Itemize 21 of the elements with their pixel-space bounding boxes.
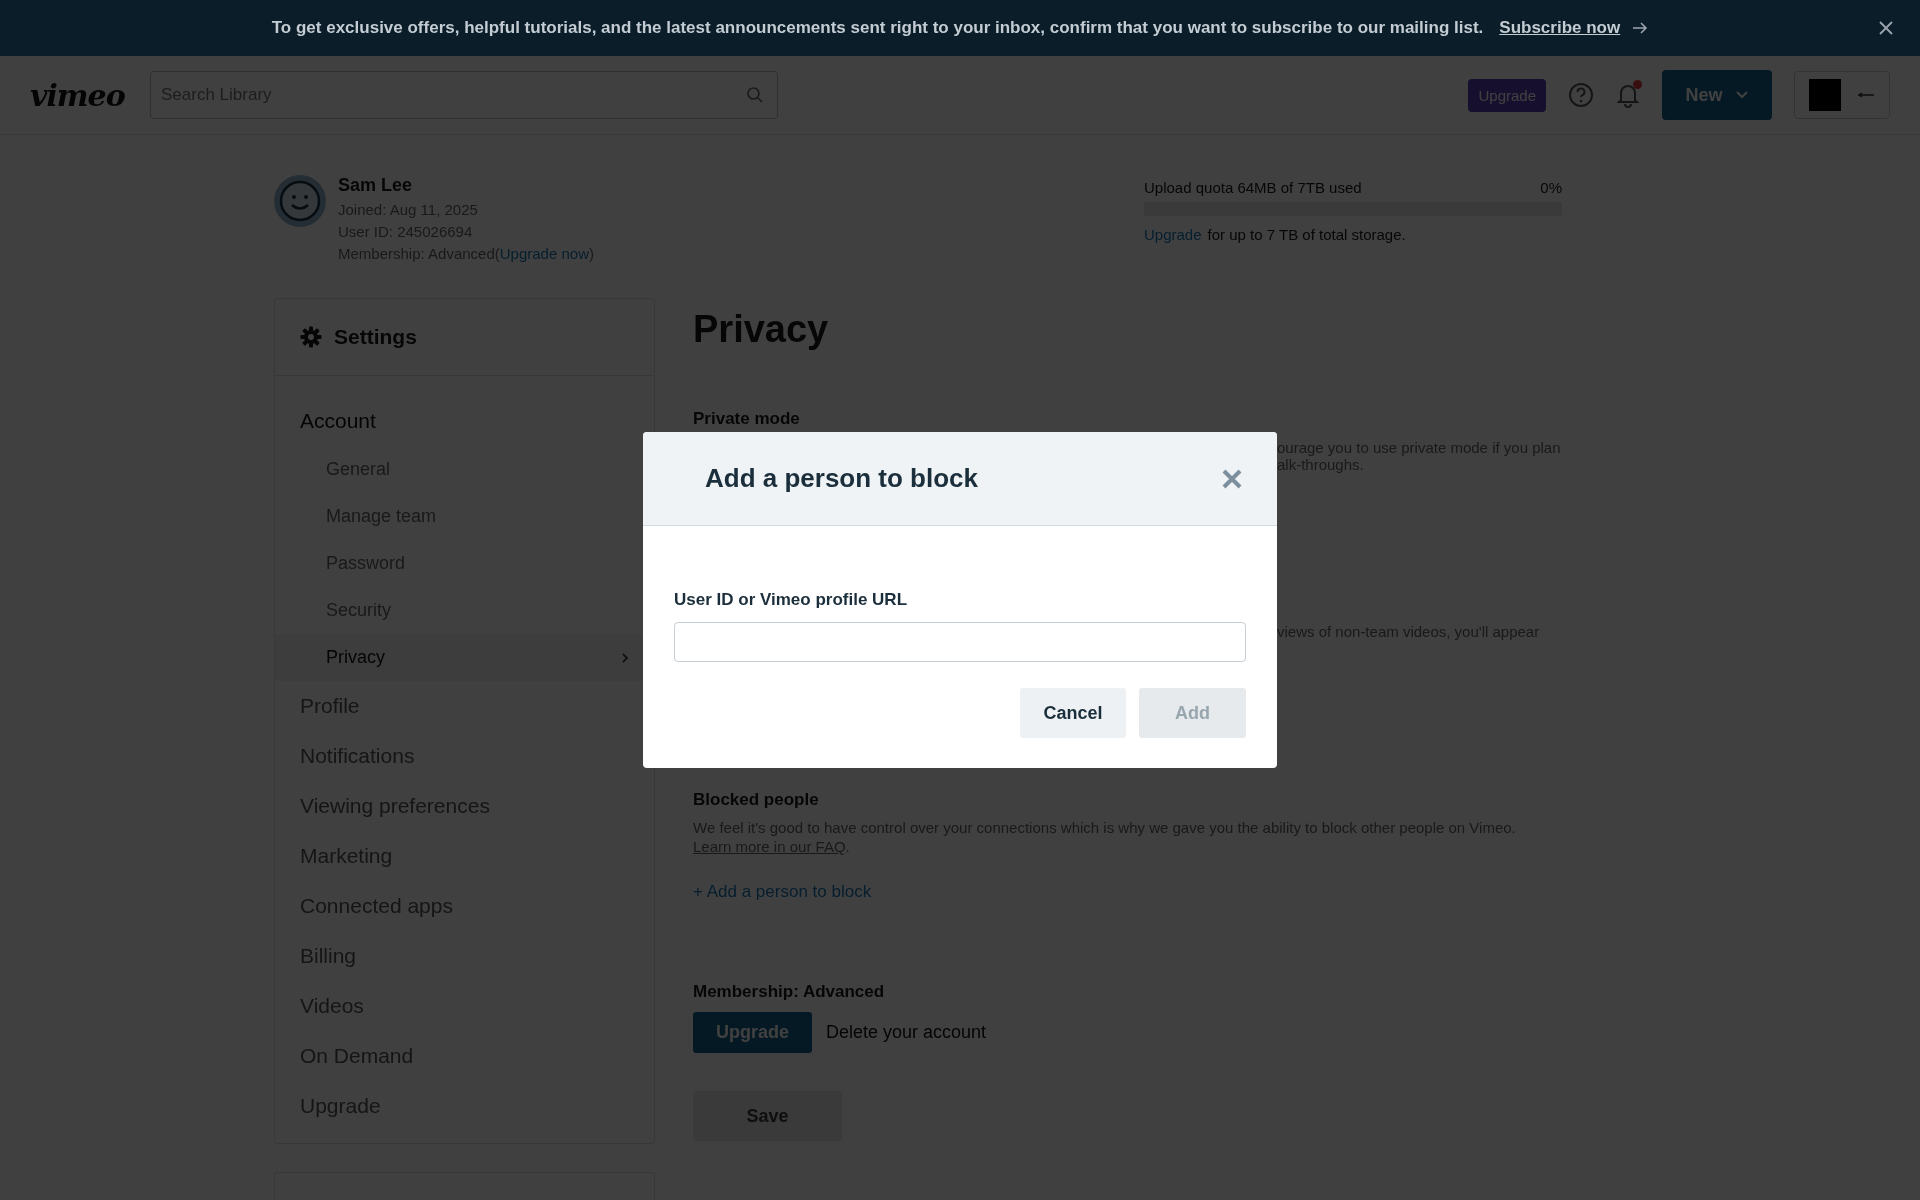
subscribe-link[interactable]: Subscribe now [1499, 18, 1621, 38]
close-icon[interactable] [1221, 467, 1243, 490]
banner-text: To get exclusive offers, helpful tutorials, and the latest announcements sent right to your inbox, confirm that you want to subscribe to our mailing list. [271, 18, 1484, 38]
cancel-button[interactable]: Cancel [1020, 688, 1126, 738]
close-icon[interactable] [1878, 20, 1894, 36]
field-label: User ID or Vimeo profile URL [674, 590, 908, 610]
quota-percent: 0% [1540, 179, 1562, 196]
sidebar-title: Settings [334, 325, 417, 349]
section-heading: Blocked people [693, 790, 820, 810]
arrow-right-icon [1632, 22, 1649, 34]
user-name: Sam Lee [338, 175, 414, 196]
delete-account-link[interactable]: Delete your account [826, 1022, 987, 1043]
storage-note: for up to 7 TB of total storage. [1207, 226, 1406, 243]
upgrade-link[interactable]: Upgrade [1144, 226, 1202, 243]
quota-label: Upload quota 64MB of 7TB used [1144, 179, 1362, 196]
section-heading: Membership: Advanced [693, 982, 886, 1002]
upgrade-now-link[interactable]: Upgrade now [499, 245, 589, 262]
section-heading: Private mode [693, 409, 801, 429]
dialog-title: Add a person to block [705, 463, 979, 494]
page-title: Privacy [693, 307, 830, 351]
user-id-field[interactable] [674, 622, 1246, 662]
